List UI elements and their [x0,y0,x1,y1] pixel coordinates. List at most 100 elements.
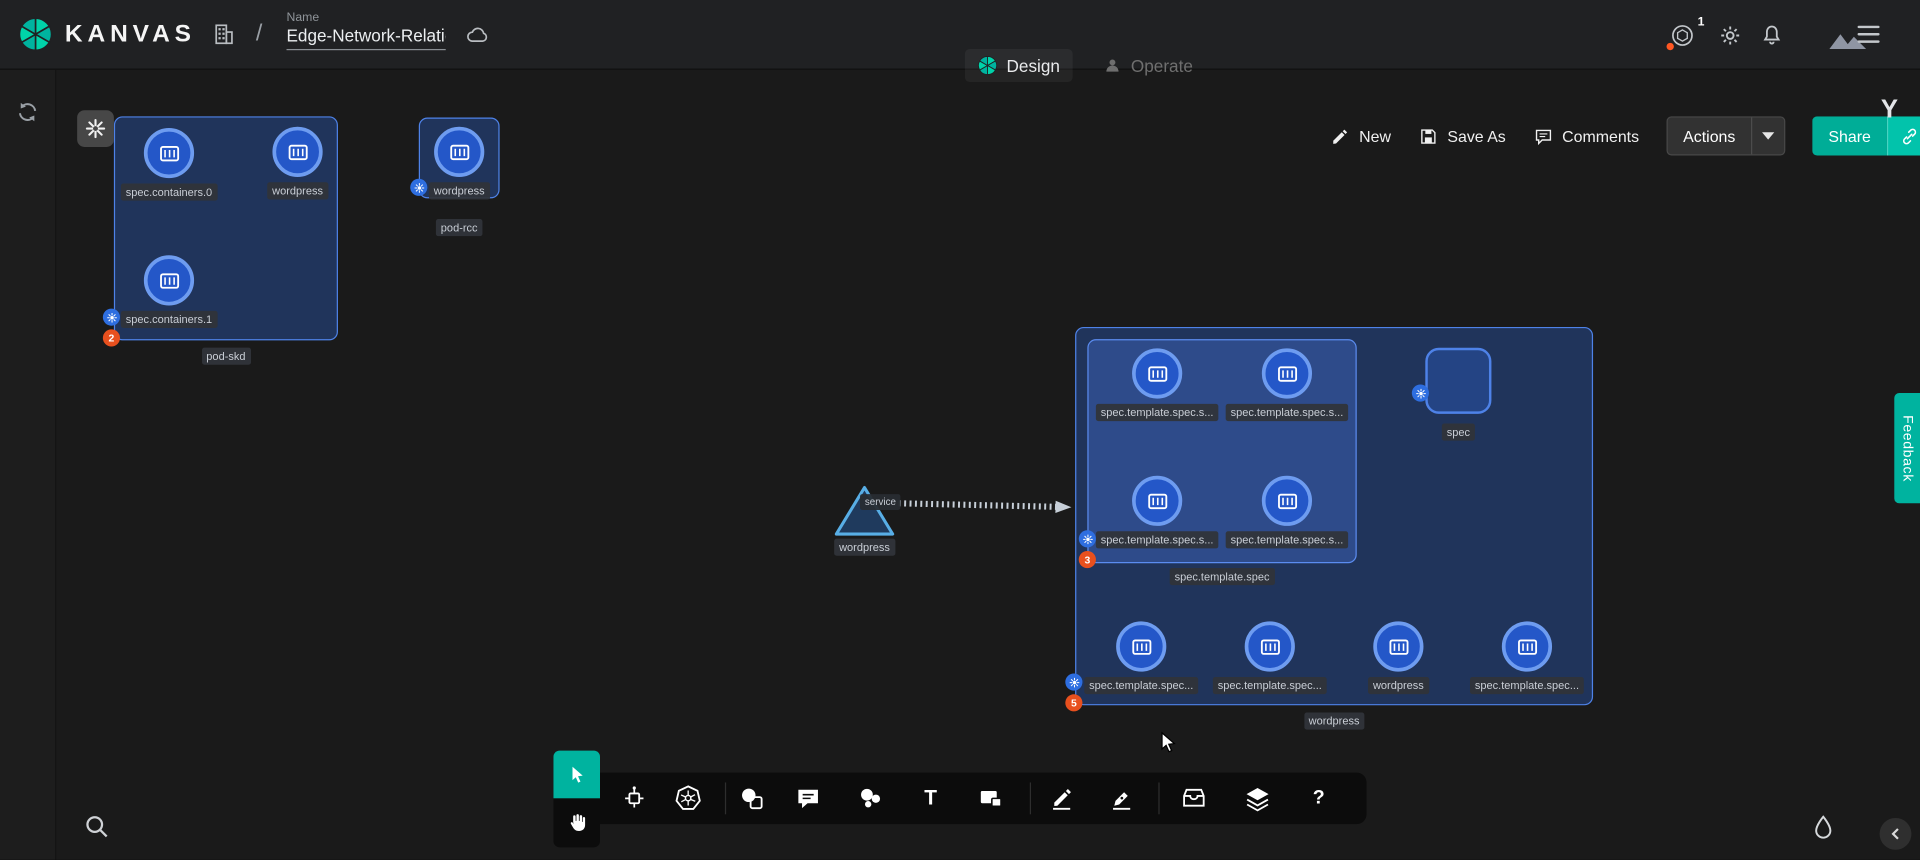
cursor-icon [565,763,588,786]
group-label: spec.template.spec [1170,568,1275,585]
save-as-button[interactable]: Save As [1418,126,1506,147]
container-icon [285,140,309,164]
operate-tab-icon [1102,55,1123,76]
node-spec.template.spec...[interactable] [1116,621,1166,671]
kubernetes-badge [1079,530,1096,547]
text-tool[interactable]: T [910,778,952,820]
container-icon [1275,489,1299,513]
layers-tool[interactable] [1237,778,1279,820]
new-button-label: New [1359,127,1391,145]
node-label: spec.template.spec.s... [1226,531,1349,548]
tab-design[interactable]: Design [965,49,1072,82]
bubbles-tool[interactable] [850,778,892,820]
share-button[interactable]: Share [1813,116,1920,155]
settings-gear-icon[interactable] [1717,22,1744,49]
container-icon [157,268,181,292]
dock-divider [1030,782,1031,814]
node-spec[interactable] [1425,348,1491,414]
feedback-tab[interactable]: Feedback [1894,393,1920,503]
frame-icon [976,784,1005,813]
node-label: wordpress [834,539,895,556]
ink-droplet-button[interactable] [1809,813,1838,849]
kubernetes-badge [410,179,427,196]
node-label: wordpress [429,182,490,199]
node-wordpress[interactable] [1373,621,1423,671]
tab-design-label: Design [1007,56,1060,76]
new-button[interactable]: New [1330,126,1391,147]
node-spec.template.spec.s...[interactable] [1132,476,1182,526]
layer5-y-logo[interactable]: Y [1881,96,1898,125]
kubernetes-tool[interactable] [667,778,709,820]
actions-button[interactable]: Actions [1666,116,1786,155]
kubernetes-badge-icon [1068,677,1079,688]
group-label: pod-skd [201,348,250,365]
drawer-tool[interactable] [1173,778,1215,820]
kubernetes-badge [1065,673,1082,690]
node-spec.template.spec...[interactable] [1502,621,1552,671]
chevron-left-icon [1888,827,1903,842]
comments-button[interactable]: Comments [1533,126,1639,147]
k8s-context-token[interactable]: 1 [1669,22,1696,49]
group-label: wordpress [1304,713,1365,730]
node-spec.containers.1[interactable] [144,255,194,305]
breadcrumb-separator: / [256,21,262,48]
node-spec.template.spec.s...[interactable] [1132,348,1182,398]
dock-divider [725,782,726,814]
node-wordpress[interactable] [272,127,322,177]
top-bar: KANVAS / Name [0,0,1920,70]
shapes-tool[interactable] [731,778,773,820]
workspace-building-icon[interactable] [211,21,238,48]
design-name-input[interactable] [287,26,446,50]
history-sync-icon[interactable] [13,98,41,126]
container-icon [1386,634,1410,658]
cloud-sync-icon[interactable] [463,22,492,49]
group-spec-template-spec[interactable] [1087,339,1356,563]
pan-tool[interactable] [553,798,600,847]
pen-tool[interactable] [1101,778,1143,820]
kubernetes-badge [1412,384,1429,401]
component-tool[interactable] [613,778,655,820]
snowflake-button[interactable] [77,110,114,147]
node-spec.template.spec.s...[interactable] [1262,348,1312,398]
count-badge: 2 [103,329,120,346]
droplet-icon [1809,813,1838,842]
container-icon [1145,489,1169,513]
new-pencil-icon [1330,126,1351,147]
count-badge: 5 [1065,694,1082,711]
kubernetes-icon [673,784,702,813]
actions-dropdown-toggle[interactable] [1751,118,1784,155]
node-label: wordpress [267,182,328,199]
select-tool[interactable] [553,751,600,799]
node-spec.template.spec.s...[interactable] [1262,476,1312,526]
help-tool[interactable]: ? [1298,778,1340,820]
tab-operate[interactable]: Operate [1089,49,1205,82]
layers-icon [1243,784,1272,813]
kanvas-logo[interactable]: KANVAS [17,16,196,53]
collapse-right-panel-button[interactable] [1880,818,1912,850]
design-name-label: Name [287,11,446,24]
design-name-field: Name [287,11,446,50]
node-spec.template.spec...[interactable] [1245,621,1295,671]
hamburger-menu-icon[interactable] [1856,23,1880,45]
container-icon [1275,361,1299,385]
shapes-icon [737,784,766,813]
node-spec.containers.0[interactable] [144,128,194,178]
kanvas-app: KANVAS / Name [0,0,1920,860]
node-wordpress[interactable] [434,127,484,177]
node-wordpress[interactable] [833,483,897,539]
pencil-tool[interactable] [1041,778,1083,820]
actions-button-label: Actions [1667,118,1751,155]
service-triangle-icon [833,483,897,539]
zoom-search-button[interactable] [81,811,113,849]
notification-dot [1667,43,1674,50]
notifications-bell-icon[interactable] [1758,22,1785,49]
comment-tool[interactable] [787,778,829,820]
container-icon [1129,634,1153,658]
group-label: pod-rcc [436,219,483,236]
container-icon [1515,634,1539,658]
container-icon [157,141,181,165]
comment-icon [793,784,822,813]
frame-tool[interactable] [970,778,1012,820]
node-label: spec.template.spec... [1084,677,1198,694]
container-icon [1258,634,1282,658]
